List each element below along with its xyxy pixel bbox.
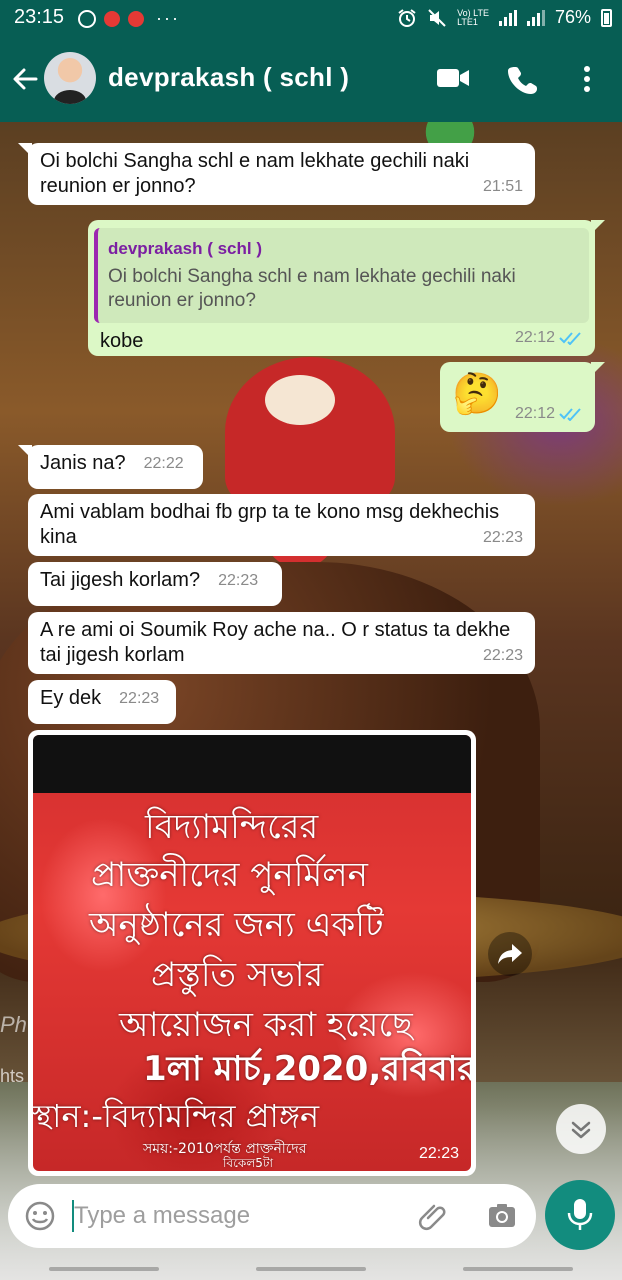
notification-app-icon bbox=[78, 9, 96, 28]
message-bubble-incoming[interactable]: Oi bolchi Sangha schl e nam lekhate gech… bbox=[18, 143, 535, 205]
notification-red-dot-icon bbox=[104, 10, 120, 27]
signal-icon bbox=[498, 9, 517, 26]
wallpaper-santa bbox=[225, 357, 395, 507]
forward-share-icon[interactable] bbox=[488, 932, 532, 976]
contact-name[interactable]: devprakash ( schl ) bbox=[108, 62, 349, 93]
read-ticks-icon bbox=[559, 331, 581, 345]
status-bar: 23:15 ··· Vo) LTE LTE1 76% bbox=[0, 0, 622, 36]
message-time: 22:12 bbox=[515, 401, 583, 426]
message-time: 22:12 bbox=[515, 325, 583, 350]
alarm-icon bbox=[398, 8, 416, 27]
image-poster[interactable]: বিদ্যামন্দিরের প্রাক্তনীদের পুনর্মিলন অন… bbox=[33, 735, 471, 1171]
message-time: 22:23 bbox=[418, 1145, 459, 1162]
message-bubble-incoming[interactable]: A re ami oi Soumik Roy ache na.. O r sta… bbox=[28, 612, 535, 674]
message-text: Ey dek bbox=[40, 687, 102, 709]
message-bubble-incoming[interactable]: Ey dek 22:23 bbox=[28, 680, 176, 724]
video-call-icon[interactable] bbox=[436, 66, 470, 90]
message-time: 21:51 bbox=[482, 178, 523, 195]
message-time: 22:23 bbox=[482, 529, 523, 546]
nav-recent-handle[interactable] bbox=[463, 1267, 574, 1271]
message-bubble-outgoing-reply[interactable]: devprakash ( schl ) Oi bolchi Sangha sch… bbox=[88, 220, 605, 356]
poster-line: প্রাক্তনীদের পুনর্মিলন bbox=[91, 855, 368, 895]
chat-header: devprakash ( schl ) bbox=[0, 36, 622, 122]
more-options-icon[interactable] bbox=[576, 64, 598, 94]
poster-line: প্রস্তুতি সভার bbox=[151, 955, 324, 995]
signal-icon-2 bbox=[526, 9, 545, 26]
message-text: A re ami oi Soumik Roy ache na.. O r sta… bbox=[40, 619, 511, 666]
wallpaper-text-ht: hts bbox=[0, 1066, 25, 1086]
message-composer bbox=[8, 1184, 536, 1248]
double-chevron-down-icon bbox=[571, 1121, 591, 1139]
attach-paperclip-icon[interactable] bbox=[418, 1200, 450, 1232]
back-arrow-icon[interactable] bbox=[10, 64, 40, 94]
microphone-icon bbox=[567, 1199, 593, 1230]
poster-line-small: বিকেল5টা bbox=[223, 1156, 273, 1170]
status-time: 23:15 bbox=[14, 6, 65, 28]
message-bubble-incoming[interactable]: Ami vablam bodhai fb grp ta te kono msg … bbox=[28, 494, 535, 556]
poster-line: অনুষ্ঠানের জন্য একটি bbox=[89, 905, 384, 945]
image-message[interactable]: বিদ্যামন্দিরের প্রাক্তনীদের পুনর্মিলন অন… bbox=[28, 730, 476, 1176]
poster-top-bar bbox=[33, 735, 471, 793]
message-time: 22:23 bbox=[119, 690, 160, 707]
mute-icon bbox=[428, 8, 446, 27]
message-input[interactable] bbox=[74, 1194, 404, 1238]
camera-icon[interactable] bbox=[486, 1200, 518, 1232]
message-time: 22:23 bbox=[482, 647, 523, 664]
scroll-to-bottom-button[interactable] bbox=[556, 1104, 606, 1154]
notification-icons: ··· bbox=[78, 8, 180, 29]
message-text: Janis na? bbox=[40, 452, 126, 474]
message-time: 22:23 bbox=[218, 572, 259, 589]
system-status-icons: Vo) LTE LTE1 76% bbox=[397, 7, 612, 28]
message-text: Oi bolchi Sangha schl e nam lekhate gech… bbox=[40, 150, 470, 197]
quoted-author: devprakash ( schl ) bbox=[108, 239, 263, 258]
message-text: Ami vablam bodhai fb grp ta te kono msg … bbox=[40, 501, 500, 548]
phone-call-icon[interactable] bbox=[508, 64, 538, 94]
nav-back-handle[interactable] bbox=[48, 1267, 159, 1271]
battery-percent: 76% bbox=[554, 7, 591, 27]
volte-lte-label: Vo) LTE LTE1 bbox=[457, 7, 489, 27]
message-bubble-outgoing-emoji[interactable]: 🤔 22:12 bbox=[440, 362, 605, 432]
voice-record-button[interactable] bbox=[545, 1180, 615, 1250]
quoted-message[interactable]: devprakash ( schl ) Oi bolchi Sangha sch… bbox=[94, 228, 589, 323]
quoted-text: Oi bolchi Sangha schl e nam lekhate gech… bbox=[108, 266, 516, 311]
read-ticks-icon bbox=[559, 407, 581, 421]
wallpaper-text-ph: Ph bbox=[0, 1012, 27, 1037]
message-bubble-incoming[interactable]: Janis na? 22:22 bbox=[18, 445, 203, 489]
notification-red-dot-icon-2 bbox=[128, 10, 144, 27]
more-notifications-icon: ··· bbox=[156, 8, 180, 28]
contact-avatar[interactable] bbox=[44, 52, 96, 104]
emoji-icon[interactable] bbox=[24, 1200, 56, 1232]
message-time: 22:22 bbox=[143, 455, 184, 472]
battery-icon bbox=[601, 8, 612, 27]
nav-home-handle[interactable] bbox=[255, 1267, 366, 1271]
system-nav-bar bbox=[0, 1258, 622, 1280]
message-text: Tai jigesh korlam? bbox=[40, 569, 201, 591]
message-bubble-incoming[interactable]: Tai jigesh korlam? 22:23 bbox=[28, 562, 282, 606]
